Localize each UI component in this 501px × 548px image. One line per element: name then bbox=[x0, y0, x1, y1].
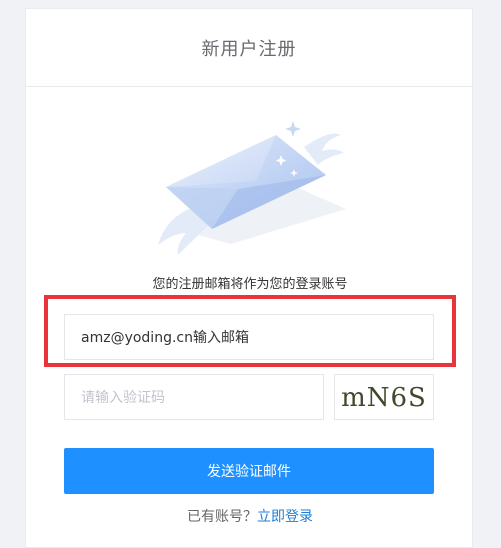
captcha-glyph: mN6S bbox=[341, 383, 427, 413]
email-envelope-icon bbox=[158, 121, 346, 255]
send-button-label: 发送验证邮件 bbox=[207, 464, 291, 480]
page-title: 新用户注册 bbox=[201, 38, 297, 60]
captcha-text: mN6S bbox=[341, 383, 427, 413]
captcha-image[interactable]: mN6S bbox=[334, 374, 434, 420]
subtitle: 您的注册邮箱将作为您的登录账号 bbox=[152, 277, 348, 292]
card-header: 新用户注册 bbox=[26, 9, 472, 87]
email-field[interactable]: amz@yoding.cn输入邮箱 bbox=[64, 314, 434, 360]
login-link[interactable]: 立即登录 bbox=[257, 509, 313, 525]
login-prompt-line: 已有账号？立即登录 bbox=[26, 506, 474, 526]
send-verification-email-button[interactable]: 发送验证邮件 bbox=[64, 448, 434, 494]
verification-code-input[interactable]: 请输入验证码 bbox=[64, 374, 324, 420]
register-card: 新用户注册 您的注册邮箱将作为您的登录账号 amz@yoding.cn输入邮箱 … bbox=[25, 8, 473, 548]
email-value: amz@yoding.cn输入邮箱 bbox=[81, 330, 249, 346]
login-prompt: 已有账号？ bbox=[187, 509, 257, 525]
verification-code-placeholder: 请输入验证码 bbox=[81, 390, 165, 406]
